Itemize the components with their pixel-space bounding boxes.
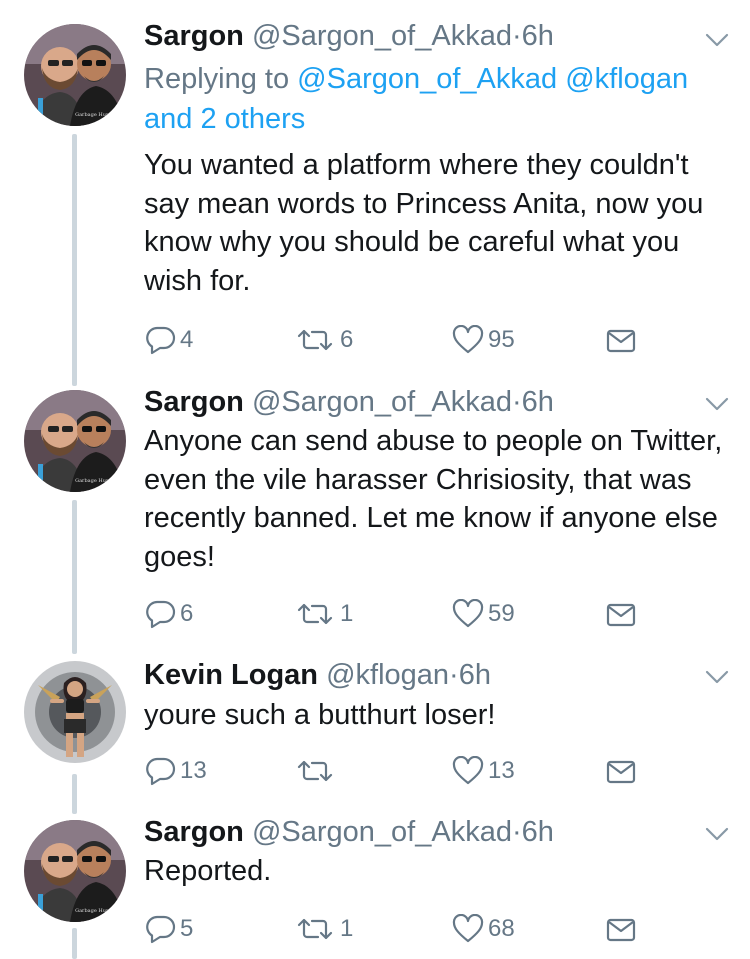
reply-count: 13 bbox=[180, 757, 207, 784]
envelope-icon bbox=[606, 603, 636, 627]
chevron-down-icon[interactable] bbox=[704, 32, 730, 48]
sargon-avatar-image: Garbage Human bbox=[24, 390, 126, 492]
retweet-button[interactable]: 1 bbox=[296, 912, 353, 946]
separator-dot: · bbox=[511, 386, 522, 418]
avatar[interactable] bbox=[24, 661, 126, 763]
chevron-down-icon[interactable] bbox=[704, 669, 730, 685]
svg-text:Garbage Human: Garbage Human bbox=[75, 908, 118, 914]
avatar[interactable]: Garbage Human bbox=[24, 24, 126, 126]
display-name[interactable]: Sargon bbox=[144, 20, 244, 52]
timestamp[interactable]: 6h bbox=[522, 816, 554, 848]
retweet-button[interactable]: 1 bbox=[296, 597, 353, 631]
kevin-avatar-image bbox=[24, 661, 126, 763]
like-count: 59 bbox=[488, 600, 515, 627]
envelope-icon bbox=[606, 918, 636, 942]
tweet-header: Sargon @Sargon_of_Akkad·6h bbox=[144, 814, 554, 850]
reply-icon bbox=[146, 326, 176, 355]
avatar[interactable]: Garbage Human bbox=[24, 390, 126, 492]
like-count: 68 bbox=[488, 915, 515, 942]
timestamp[interactable]: 6h bbox=[522, 386, 554, 418]
replying-to: Replying to @Sargon_of_Akkad @kflogan an… bbox=[144, 59, 734, 139]
dm-button[interactable] bbox=[606, 913, 636, 947]
tweet-header: Kevin Logan @kflogan·6h bbox=[144, 657, 491, 693]
like-button[interactable]: 13 bbox=[452, 754, 515, 788]
retweet-count: 1 bbox=[340, 915, 354, 942]
mention-link[interactable]: @kflogan bbox=[565, 63, 688, 95]
reply-button[interactable]: 5 bbox=[146, 912, 193, 946]
retweet-button[interactable] bbox=[296, 754, 340, 788]
separator-dot: · bbox=[511, 816, 522, 848]
separator-dot: · bbox=[449, 659, 459, 691]
reply-count: 5 bbox=[180, 915, 194, 942]
like-button[interactable]: 95 bbox=[452, 323, 515, 357]
chevron-down-icon[interactable] bbox=[704, 826, 730, 842]
tweet-text: Anyone can send abuse to people on Twitt… bbox=[144, 425, 723, 573]
envelope-icon bbox=[606, 329, 636, 353]
reply-icon bbox=[146, 600, 176, 629]
user-handle[interactable]: @Sargon_of_Akkad bbox=[252, 816, 512, 848]
retweet-count: 6 bbox=[340, 326, 354, 353]
dm-button[interactable] bbox=[606, 598, 636, 632]
like-count: 13 bbox=[488, 757, 515, 784]
display-name[interactable]: Sargon bbox=[144, 816, 244, 848]
reply-button[interactable]: 13 bbox=[146, 754, 207, 788]
tweet[interactable]: Garbage Human Sargon @Sargon_of_Akkad·6h… bbox=[0, 0, 750, 380]
user-handle[interactable]: @kflogan bbox=[326, 659, 449, 691]
retweet-icon bbox=[297, 918, 333, 940]
avatar[interactable]: Garbage Human bbox=[24, 820, 126, 922]
tweet[interactable]: Garbage Human Sargon @Sargon_of_Akkad·6h… bbox=[0, 810, 750, 959]
tweet-header: Sargon @Sargon_of_Akkad·6h bbox=[144, 384, 554, 420]
svg-text:Garbage Human: Garbage Human bbox=[75, 112, 118, 118]
retweet-icon bbox=[297, 329, 333, 351]
tweet[interactable]: Kevin Logan @kflogan·6h youre such a but… bbox=[0, 650, 750, 810]
like-button[interactable]: 68 bbox=[452, 912, 515, 946]
heart-icon bbox=[452, 914, 484, 943]
retweet-count: 1 bbox=[340, 600, 354, 627]
chevron-down-icon[interactable] bbox=[704, 396, 730, 412]
like-button[interactable]: 59 bbox=[452, 597, 515, 631]
retweet-icon bbox=[297, 760, 333, 782]
envelope-icon bbox=[606, 760, 636, 784]
tweet-text: youre such a butthurt loser! bbox=[144, 699, 496, 731]
sargon-avatar-image: Garbage Human bbox=[24, 24, 126, 126]
reply-button[interactable]: 6 bbox=[146, 597, 193, 631]
dm-button[interactable] bbox=[606, 324, 636, 358]
tweet-text: You wanted a platform where they couldn'… bbox=[144, 149, 704, 297]
reply-icon bbox=[146, 757, 176, 786]
timestamp[interactable]: 6h bbox=[522, 20, 554, 52]
reply-button[interactable]: 4 bbox=[146, 323, 193, 357]
replying-to-label: Replying to bbox=[144, 63, 290, 95]
retweet-icon bbox=[297, 603, 333, 625]
tweet-header: Sargon @Sargon_of_Akkad·6h bbox=[144, 18, 554, 54]
heart-icon bbox=[452, 599, 484, 628]
timestamp[interactable]: 6h bbox=[459, 659, 491, 691]
dm-button[interactable] bbox=[606, 755, 636, 789]
heart-icon bbox=[452, 325, 484, 354]
svg-text:Garbage Human: Garbage Human bbox=[75, 478, 118, 484]
others-link[interactable]: and 2 others bbox=[144, 103, 305, 135]
display-name[interactable]: Sargon bbox=[144, 386, 244, 418]
like-count: 95 bbox=[488, 326, 515, 353]
display-name[interactable]: Kevin Logan bbox=[144, 659, 318, 691]
heart-icon bbox=[452, 756, 484, 785]
retweet-button[interactable]: 6 bbox=[296, 323, 353, 357]
user-handle[interactable]: @Sargon_of_Akkad bbox=[252, 20, 512, 52]
reply-count: 6 bbox=[180, 600, 194, 627]
separator-dot: · bbox=[511, 20, 522, 52]
tweet[interactable]: Garbage Human Sargon @Sargon_of_Akkad·6h… bbox=[0, 380, 750, 650]
tweet-text: Reported. bbox=[144, 855, 272, 887]
sargon-avatar-image: Garbage Human bbox=[24, 820, 126, 922]
reply-count: 4 bbox=[180, 326, 194, 353]
reply-icon bbox=[146, 915, 176, 944]
mention-link[interactable]: @Sargon_of_Akkad bbox=[297, 63, 557, 95]
user-handle[interactable]: @Sargon_of_Akkad bbox=[252, 386, 512, 418]
